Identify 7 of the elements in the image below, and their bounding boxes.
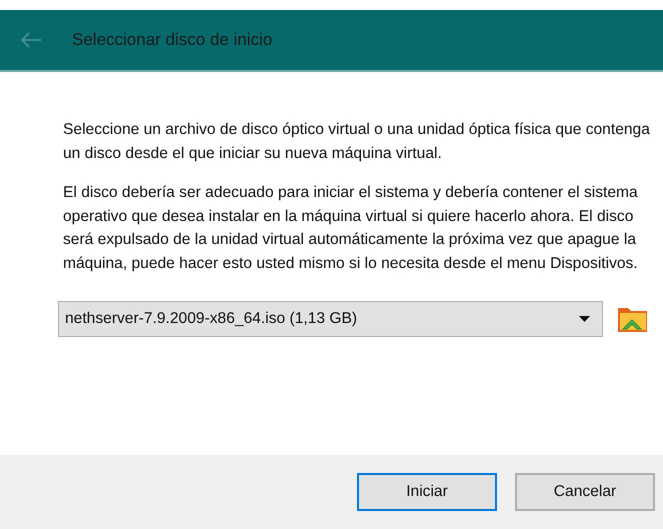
disk-dropdown[interactable]: nethserver-7.9.2009-x86_64.iso (1,13 GB) xyxy=(58,301,603,337)
dialog-button[interactable]: Cancelar xyxy=(515,473,655,511)
dialog-button[interactable]: Iniciar xyxy=(357,473,497,511)
caret-icon xyxy=(579,316,590,322)
window-title: Seleccionar disco de inicio xyxy=(72,30,272,50)
description-text: Seleccione un archivo de disco óptico virtual o una unidad óptica física que contenga un disco desde el que iniciar su nueva máquina virtual. xyxy=(63,120,651,164)
description-text: El disco debería ser adecuado para iniciar el sistema y debería contener el sistema operativo que desea instalar en la máquina virtual si quiere hacerlo ahora. El disco será expulsado de la unidad virtual automáticamente la próxima vez que apague la máquina, puede hacer esto usted mismo si lo necesita desde el menu Dispositivos. xyxy=(63,183,639,274)
